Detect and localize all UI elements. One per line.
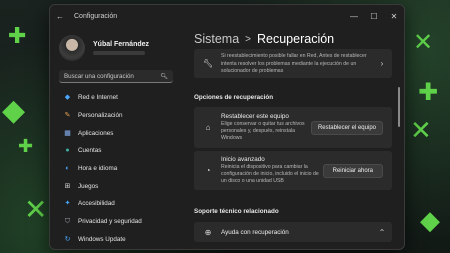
page-title: Recuperación — [257, 32, 335, 46]
sidebar-item-hora-e-idioma[interactable]: ◐ Hora e idioma — [50, 160, 182, 178]
reset-pc-card: ⌂ Restablecer este equipo Elige conserva… — [194, 107, 392, 148]
advanced-startup-card: ◔ Inicio avanzado Reinicia el dispositiv… — [194, 151, 392, 190]
gamepad-icon: ⊞ — [64, 182, 71, 190]
reset-title: Restablecer este equipo — [221, 113, 289, 121]
troubleshoot-desc: intenta resolver los problemas mediante … — [221, 61, 357, 74]
troubleshoot-title: Si reestablecimiento posible fallar en R… — [221, 53, 367, 60]
sidebar-item-label: Hora e idioma — [78, 165, 118, 173]
search-placeholder: Buscar una configuración — [64, 72, 134, 80]
title-bar: ← Configuración — ☐ ✕ — [50, 5, 404, 27]
globe-icon: ⊕ — [204, 227, 212, 237]
brush-icon: ✎ — [64, 112, 71, 120]
profile-info: Yúbal Fernández — [93, 41, 149, 55]
account-icon: ● — [65, 147, 70, 155]
support-section-heading: Soporte técnico relacionado — [194, 208, 279, 215]
decorative-shape: ✕ — [410, 116, 432, 146]
scrollbar[interactable] — [398, 87, 400, 127]
apps-icon: ▦ — [64, 129, 71, 137]
sidebar-item-personalización[interactable]: ✎ Personalización — [50, 107, 182, 125]
decorative-shape: ✚ — [8, 24, 27, 49]
accessibility-icon: ✦ — [64, 200, 71, 208]
reset-pc-button[interactable]: Restablecer el equipo — [310, 120, 383, 135]
sidebar-item-label: Cuentas — [78, 147, 102, 155]
reset-text: Restablecer este equipo Elige conservar … — [221, 113, 311, 141]
sidebar: Yúbal Fernández Buscar una configuración… — [50, 27, 182, 249]
maximize-icon[interactable]: ☐ — [364, 12, 384, 21]
close-icon[interactable]: ✕ — [384, 12, 404, 21]
help-text: Ayuda con recuperación — [221, 229, 375, 236]
decorative-shape: ✕ — [24, 193, 48, 226]
sidebar-item-windows-update[interactable]: ↻ Windows Update — [50, 231, 182, 249]
decorative-shape: ◆ — [420, 206, 440, 236]
window-title: Configuración — [74, 12, 118, 20]
chevron-up-icon[interactable]: ⌃ — [375, 228, 389, 237]
profile-name: Yúbal Fernández — [93, 41, 150, 48]
breadcrumb: Sistema > Recuperación — [182, 27, 404, 51]
settings-window: ← Configuración — ☐ ✕ Yúbal Fernández Bu… — [49, 4, 405, 250]
sidebar-item-label: Personalización — [78, 112, 123, 120]
sidebar-item-aplicaciones[interactable]: ▦ Aplicaciones — [50, 124, 182, 142]
restart-now-button[interactable]: Reiniciar ahora — [322, 163, 383, 178]
sidebar-item-cuentas[interactable]: ● Cuentas — [50, 142, 182, 160]
recovery-section-heading: Opciones de recuperación — [194, 94, 274, 101]
sidebar-item-privacidad-y-seguridad[interactable]: ⛉ Privacidad y seguridad — [50, 213, 182, 231]
shield-icon: ⛉ — [64, 218, 71, 226]
minimize-icon[interactable]: — — [344, 12, 364, 21]
profile-email-redacted — [93, 51, 145, 55]
advanced-text: Inicio avanzado Reinicia el dispositivo … — [221, 156, 323, 184]
sidebar-item-accesibilidad[interactable]: ✦ Accesibilidad — [50, 195, 182, 213]
sidebar-item-red-e-internet[interactable]: ◆ Red e Internet — [50, 89, 182, 107]
sidebar-item-label: Red e Internet — [78, 94, 118, 102]
help-recovery-card[interactable]: ⊕ Ayuda con recuperación ⌃ — [194, 222, 392, 242]
reset-pc-icon: ⌂ — [205, 123, 211, 132]
sidebar-item-label: Windows Update — [78, 235, 126, 243]
chevron-right-icon: › — [380, 59, 384, 68]
update-icon: ↻ — [64, 235, 71, 243]
search-input[interactable]: Buscar una configuración 🔍︎ — [59, 70, 173, 83]
decorative-shape: ◆ — [2, 93, 26, 128]
sidebar-item-label: Accesibilidad — [78, 200, 115, 208]
search-icon[interactable]: 🔍︎ — [160, 73, 168, 80]
wrench-icon: 🔧︎ — [203, 59, 214, 68]
window-controls: — ☐ ✕ — [344, 12, 404, 21]
help-title: Ayuda con recuperación — [221, 228, 289, 236]
advanced-desc: Reinicia el dispositivo para cambiar la … — [221, 164, 319, 184]
breadcrumb-system[interactable]: Sistema — [194, 32, 239, 46]
avatar — [59, 35, 85, 61]
troubleshoot-text: Si reestablecimiento posible fallar en R… — [221, 52, 375, 74]
breadcrumb-separator: > — [245, 33, 251, 45]
back-arrow-icon[interactable]: ← — [56, 12, 68, 21]
advanced-title: Inicio avanzado — [221, 156, 265, 164]
wifi-icon: ◆ — [64, 94, 71, 102]
decorative-shape: ✕ — [413, 28, 434, 56]
decorative-shape: ✚ — [18, 136, 34, 157]
globe-clock-icon: ◐ — [65, 165, 70, 173]
advanced-startup-icon: ◔ — [205, 166, 211, 175]
sidebar-item-label: Juegos — [78, 182, 99, 190]
sidebar-item-label: Aplicaciones — [78, 129, 114, 137]
main-content: Sistema > Recuperación 🔧︎ Si reestableci… — [182, 27, 404, 249]
sidebar-item-label: Privacidad y seguridad — [78, 218, 142, 226]
reset-desc: Elige conservar o quitar tus archivos pe… — [221, 121, 305, 141]
sidebar-nav: ◆ Red e Internet ✎ Personalización ▦ Aplicaci… — [50, 89, 182, 248]
sidebar-item-juegos[interactable]: ⊞ Juegos — [50, 177, 182, 195]
user-profile[interactable]: Yúbal Fernández — [50, 27, 182, 63]
troubleshoot-card[interactable]: 🔧︎ Si reestablecimiento posible fallar e… — [194, 49, 392, 78]
decorative-shape: ✚ — [418, 78, 439, 106]
